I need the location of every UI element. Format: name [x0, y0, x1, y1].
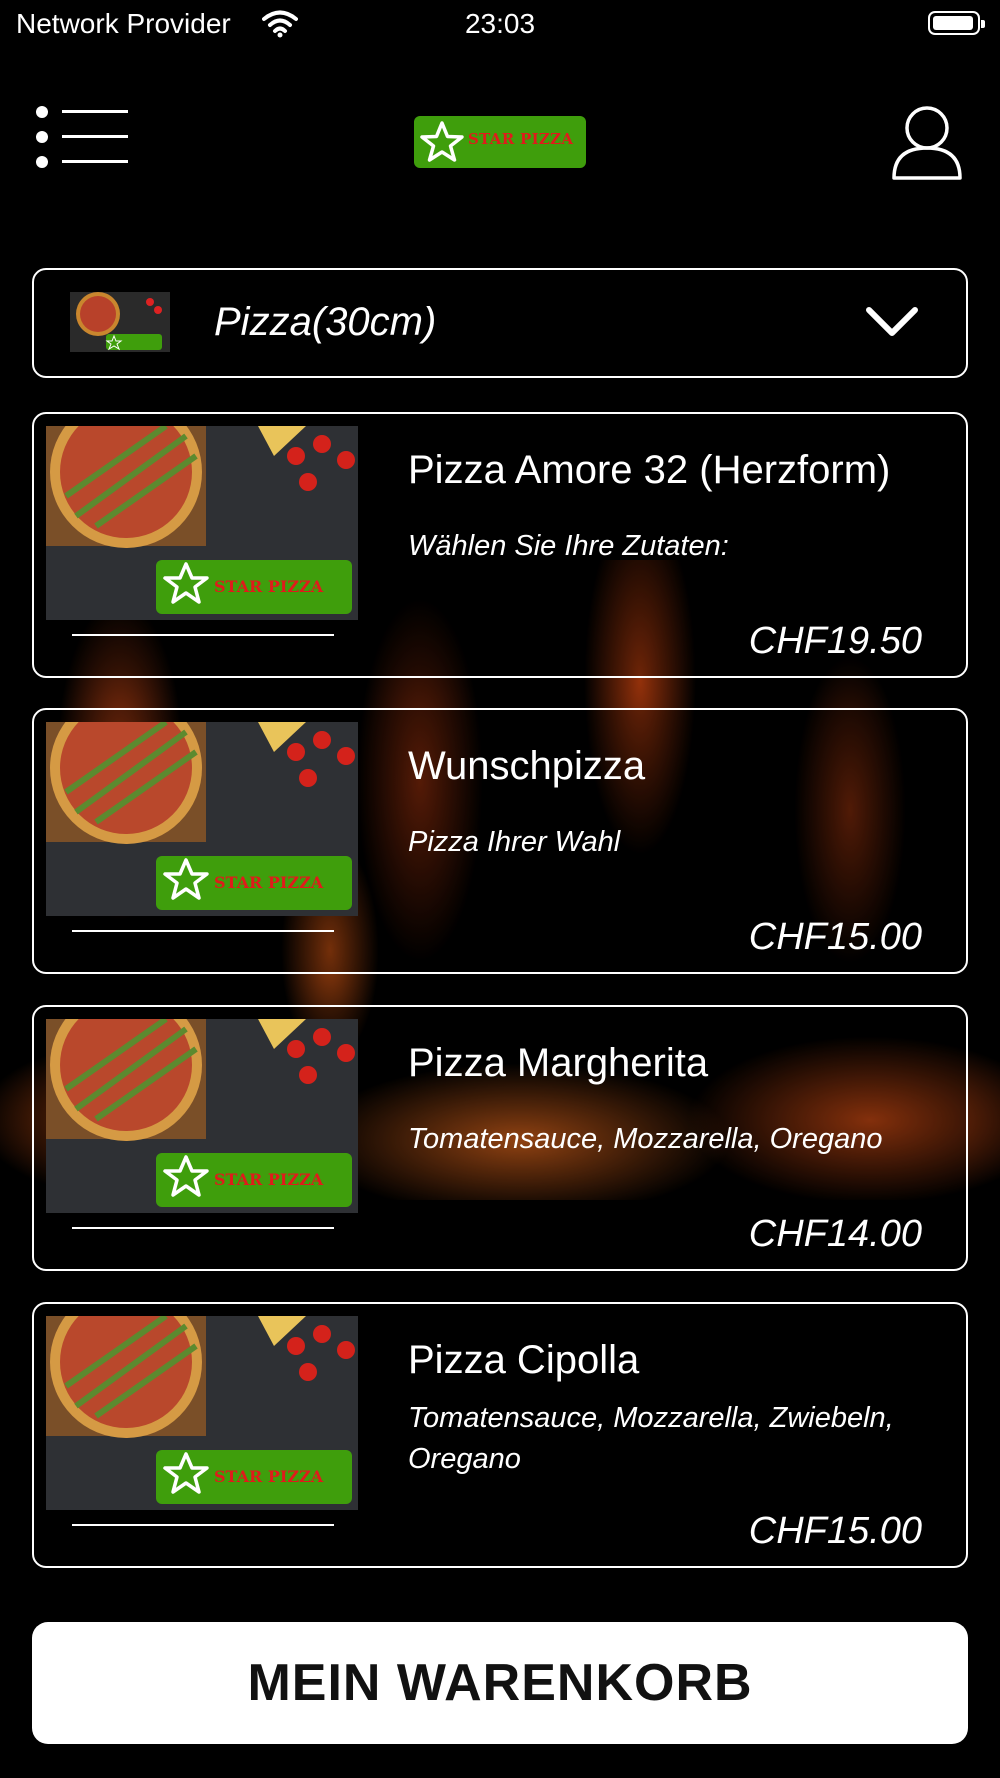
image-logo-text: STAR PIZZA: [214, 1170, 324, 1189]
cart-button-label: MEIN WARENKORB: [247, 1654, 753, 1712]
product-card[interactable]: STAR PIZZA Wunschpizza Pizza Ihrer Wahl …: [32, 708, 968, 974]
app-header: STAR PIZZA: [0, 90, 1000, 190]
product-card[interactable]: STAR PIZZA Pizza Cipolla Tomatensauce, M…: [32, 1302, 968, 1568]
product-price: CHF15.00: [748, 916, 922, 958]
product-image: STAR PIZZA: [46, 722, 358, 916]
battery-icon: [928, 11, 985, 35]
image-underline: [72, 930, 334, 932]
battery-fill: [933, 16, 973, 30]
image-underline: [72, 634, 334, 636]
menu-line: [62, 160, 128, 163]
menu-list-icon[interactable]: [36, 106, 128, 168]
image-logo-text: STAR PIZZA: [214, 1467, 324, 1486]
product-price: CHF14.00: [748, 1213, 922, 1255]
menu-dot: [36, 131, 48, 143]
menu-line: [62, 110, 128, 113]
star-pizza-logo: STAR PIZZA: [414, 116, 586, 168]
product-description: Tomatensauce, Mozzarella, Zwiebeln, Oreg…: [408, 1402, 894, 1475]
product-image: STAR PIZZA: [46, 426, 358, 620]
status-bar: Network Provider 23:03: [0, 0, 1000, 50]
product-name: Pizza Margherita: [408, 1041, 709, 1085]
product-image: STAR PIZZA: [46, 1019, 358, 1213]
product-description: Tomatensauce, Mozzarella, Oregano: [408, 1123, 883, 1155]
image-logo-text: STAR PIZZA: [214, 577, 324, 596]
clock: 23:03: [464, 8, 536, 39]
menu-dot: [36, 106, 48, 118]
category-label: Pizza(30cm): [214, 300, 437, 344]
image-underline: [72, 1524, 334, 1526]
product-price: CHF15.00: [748, 1510, 922, 1552]
product-name: Wunschpizza: [408, 744, 646, 788]
product-card[interactable]: STAR PIZZA Pizza Amore 32 (Herzform) Wäh…: [32, 412, 968, 678]
menu-line: [62, 135, 128, 138]
cart-button[interactable]: MEIN WARENKORB: [32, 1622, 968, 1744]
product-name: Pizza Cipolla: [408, 1338, 640, 1382]
image-underline: [72, 1227, 334, 1229]
star-icon: [420, 121, 464, 162]
product-description: Wählen Sie Ihre Zutaten:: [408, 530, 729, 562]
logo-text: STAR PIZZA: [468, 130, 574, 148]
product-card[interactable]: STAR PIZZA Pizza Margherita Tomatensauce…: [32, 1005, 968, 1271]
category-dropdown[interactable]: Pizza(30cm): [32, 268, 968, 378]
product-image: STAR PIZZA: [46, 1316, 358, 1510]
product-name: Pizza Amore 32 (Herzform): [408, 448, 891, 492]
chevron-down-icon: [866, 307, 918, 336]
user-icon[interactable]: [890, 104, 964, 182]
product-price: CHF19.50: [748, 620, 922, 662]
battery-nub: [981, 20, 985, 28]
category-thumbnail: [70, 292, 170, 352]
menu-dot: [36, 156, 48, 168]
product-description: Pizza Ihrer Wahl: [408, 826, 621, 858]
image-logo-text: STAR PIZZA: [214, 873, 324, 892]
